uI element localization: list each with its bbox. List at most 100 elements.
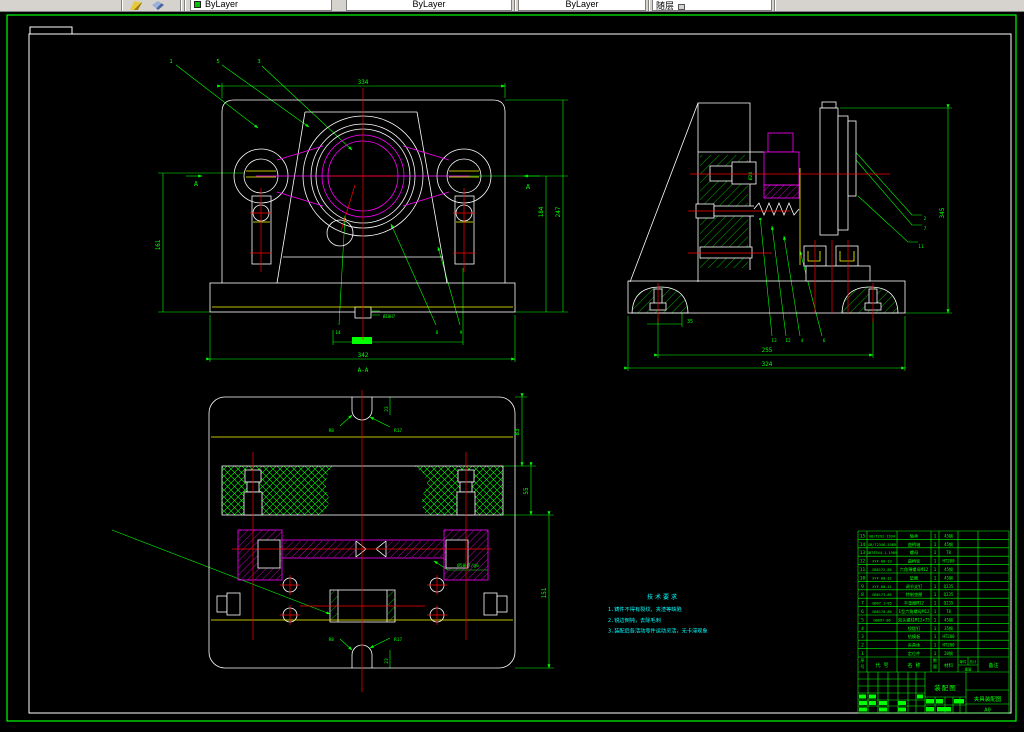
bom-header: 重量 [965,667,973,672]
bom-qty: 1 [934,559,937,565]
dim-label: 161 [155,239,162,250]
bom-pos: 5 [861,617,864,623]
bom-qty: 1 [934,617,937,623]
bom-pos: 6 [861,609,864,615]
bom-material: Q235 [944,584,954,589]
bom-qty: 1 [934,651,937,657]
bom-name: 铰链钉 [908,625,921,632]
bom-qty: 1 [934,533,937,539]
bom-pos: 1 [861,651,864,657]
plotstyle-box-icon [678,3,686,10]
bom-code: GB/T292-1994 [869,534,895,538]
dim-label: 13 [771,338,777,344]
bom-name: 曲柄轴 [908,541,921,548]
bom-header: 序 [861,657,865,663]
dim-label: 345 [939,207,946,218]
bom-qty: 1 [934,584,937,590]
bom-name: 定位件 [908,650,921,657]
bom-qty: 1 [934,626,937,632]
bom-material: HT200 [942,559,955,564]
bom-material: 45钢 [944,616,953,622]
bom-material: 20钢 [944,650,953,656]
bom-header: 量 [933,663,937,669]
bom-material: T8 [946,550,951,555]
dim-label: 55 [523,487,530,495]
bom-code: XYF-00-11 [872,585,891,589]
bom-pos: 15 [860,533,866,539]
bom-pos: 8 [861,592,864,598]
note-line: 3.装配后各活动零件运动灵活，无卡滞现象 [608,627,708,635]
bom-name: 曲柄轮 [908,558,921,565]
bom-material: Q235 [944,601,954,606]
dim-label: 5 [216,59,219,65]
pencil-icon[interactable] [130,1,142,10]
dim-label: R17 [394,428,402,434]
dim-label: 7 [924,226,927,232]
linetype-combo-value: ByLayer [412,0,446,9]
dim-label: 2 [924,216,927,222]
dim-label: 23 [384,406,390,412]
dim-label: 4 [801,338,804,344]
sheet-name: 夹具装配图 [974,695,1002,703]
color-swatch-green [194,1,201,8]
plotstyle-combo[interactable]: 随层 [652,0,772,11]
bom-pos: 14 [860,542,866,548]
bom-header: 代 号 [875,662,888,669]
bom-name: 特制垫圈 [906,591,923,598]
bom-code: GB78344.1-1989 [867,551,897,555]
dim-label: 334 [358,79,369,86]
color-combo[interactable]: ByLayer [190,0,332,11]
dim-label: 184 [538,206,545,217]
dim-label: A [194,180,199,188]
bom-qty: 1 [934,567,937,573]
note-line: 2.锐边倒钝，去除毛刺 [608,616,661,624]
bom-pos: 13 [860,550,866,556]
bom-header: 总计 [970,659,978,664]
bom-material: 45钢 [944,566,953,572]
dim-label: 151 [541,587,548,598]
bom-pos: 10 [860,575,866,581]
lineweight-combo[interactable]: ByLayer [518,0,646,11]
dim-label: R8 [329,637,335,643]
bom-code: GB6173-86 [872,593,891,597]
bom-qty: 1 [934,643,937,649]
bom-pos: 9 [861,584,864,590]
bom-material: HT200 [942,634,955,639]
toolbar-separator [648,0,650,11]
drawing-canvas-area[interactable]: 334 184 247 161 342 A-A A A 1 5 3 14 8 9 Ø10H7 345 255 32… [0,12,1024,727]
bom-pos: 12 [860,559,866,565]
bom-code: GB97.1-85 [872,602,891,606]
bom-code: GB6172-86 [872,568,891,572]
toolbar-separator [514,0,516,11]
bom-name: 轴承 [910,532,919,539]
toolbar-separator [180,0,182,11]
dim-label: 14 [335,330,341,336]
plotstyle-combo-value: 随层 [653,0,771,10]
bom-qty: 1 [934,634,937,640]
bom-code: GB6170-86 [872,610,891,614]
bom-pos: 7 [861,601,864,607]
cad-drawing[interactable]: 334184 247161342A-AA A1 5 314 8 9Ø10H734525532… [0,12,1024,727]
front-view [158,64,568,362]
dim-label: 6 [823,338,826,344]
dim-label: 342 [358,352,369,359]
notes-title: 技术要求 [647,593,679,601]
bom-name: 平垫圈M12 [904,600,925,607]
bom-name: 双头螺柱M12×75 [898,616,930,623]
toolbar: ByLayer ByLayer ByLayer 随层 [0,0,1024,12]
bom-header: 单件 [960,659,968,664]
bom-material: T8 [946,609,951,614]
dim-label: 12 [785,338,791,344]
bom-qty: 1 [934,542,937,548]
dim-label: 8 [436,330,439,336]
linetype-combo[interactable]: ByLayer [346,0,512,11]
dim-label: 255 [762,347,773,354]
bom-qty: 1 [934,592,937,598]
dim-label: 3 [257,59,260,65]
bom-header: 名 称 [907,662,920,669]
drawing-type: 装配图 [934,683,957,692]
sheet-size: A0 [984,708,991,714]
layers-icon[interactable] [152,1,164,10]
dim-label: A [526,183,531,191]
bom-pos: 3 [861,634,864,640]
